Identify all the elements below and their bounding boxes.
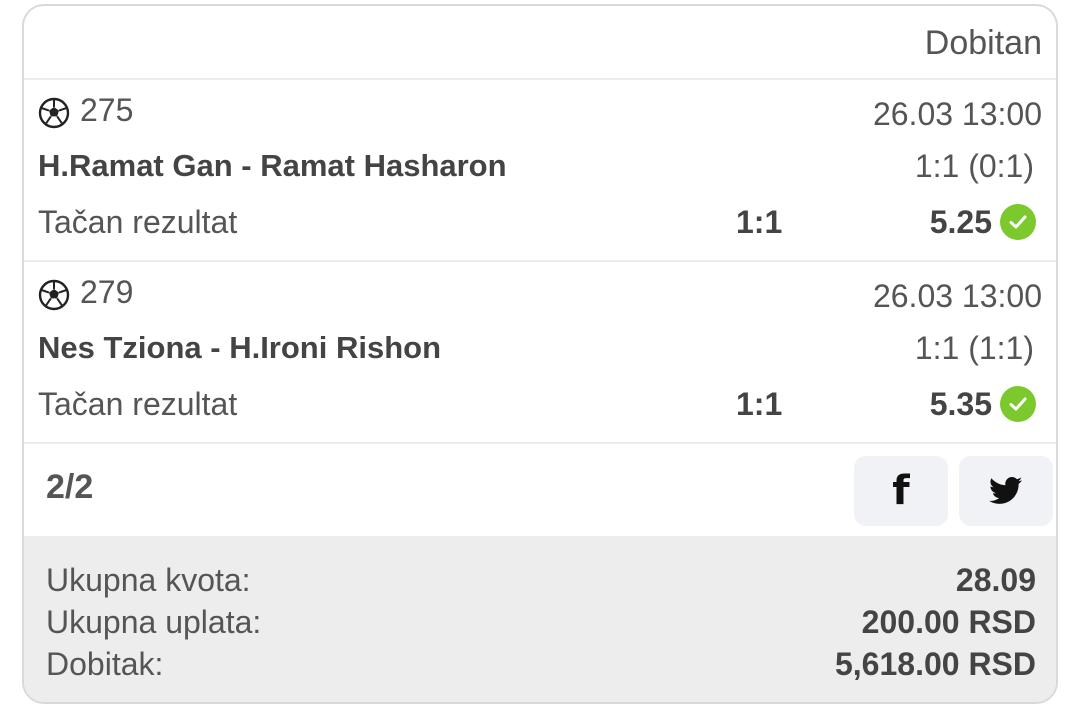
ticket-status-row: Dobitan xyxy=(24,6,1056,80)
event-odd: 5.25 xyxy=(929,204,992,240)
facebook-icon: f xyxy=(892,468,910,514)
event-code: 279 xyxy=(80,274,134,310)
soccer-ball-icon xyxy=(38,279,70,310)
event-result: 1:1 (0:1) xyxy=(914,148,1034,184)
event-datetime: 26.03 13:00 xyxy=(872,96,1042,132)
event-pick: 1:1 xyxy=(736,386,783,422)
ticket-status: Dobitan xyxy=(924,24,1042,62)
soccer-ball-icon xyxy=(38,97,70,128)
events-count: 2/2 xyxy=(46,468,94,506)
payout-label: Dobitak: xyxy=(46,646,164,682)
event-code: 275 xyxy=(80,92,134,128)
facebook-share-button[interactable]: f xyxy=(854,456,948,526)
stake-label: Ukupna uplata: xyxy=(46,604,262,640)
check-circle-icon xyxy=(1000,204,1036,240)
event-pick: 1:1 xyxy=(736,204,783,240)
total-odds-label: Ukupna kvota: xyxy=(46,562,251,598)
event-market: Tačan rezultat xyxy=(38,386,238,422)
check-circle-icon xyxy=(1000,386,1036,422)
event-row[interactable]: 275 26.03 13:00 H.Ramat Gan - Ramat Hash… xyxy=(24,80,1056,262)
ticket-summary: Ukupna kvota: 28.09 Ukupna uplata: 200.0… xyxy=(24,536,1056,702)
summary-payout: Dobitak: 5,618.00 RSD xyxy=(46,646,1036,690)
count-share-row: 2/2 f xyxy=(24,444,1056,538)
event-result: 1:1 (1:1) xyxy=(914,330,1034,366)
event-teams: H.Ramat Gan - Ramat Hasharon xyxy=(38,148,507,183)
bet-ticket: Dobitan 275 26.03 13:00 H.Ramat Gan - Ra… xyxy=(22,4,1058,704)
total-odds-value: 28.09 xyxy=(955,562,1036,598)
event-header: 275 xyxy=(38,92,133,129)
event-row[interactable]: 279 26.03 13:00 Nes Tziona - H.Ironi Ris… xyxy=(24,262,1056,444)
event-market: Tačan rezultat xyxy=(38,204,238,240)
summary-total-odds: Ukupna kvota: 28.09 xyxy=(46,562,1036,606)
event-teams: Nes Tziona - H.Ironi Rishon xyxy=(38,330,442,365)
payout-value: 5,618.00 RSD xyxy=(834,646,1036,682)
stake-value: 200.00 RSD xyxy=(861,604,1036,640)
event-header: 279 xyxy=(38,274,133,311)
twitter-icon xyxy=(989,477,1023,504)
twitter-share-button[interactable] xyxy=(959,456,1053,526)
event-odd: 5.35 xyxy=(929,386,992,422)
summary-stake: Ukupna uplata: 200.00 RSD xyxy=(46,604,1036,648)
event-datetime: 26.03 13:00 xyxy=(872,278,1042,314)
